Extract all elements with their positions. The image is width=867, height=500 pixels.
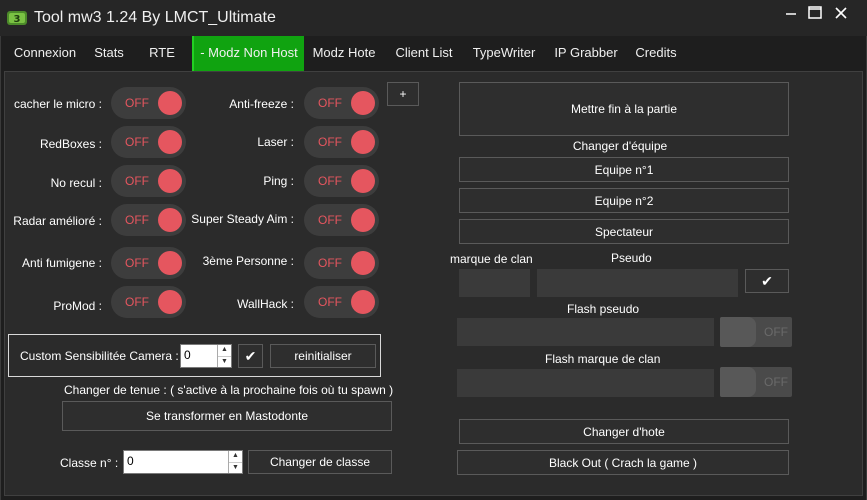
toggle-wallhack[interactable]: OFF: [304, 286, 379, 318]
toggle-label-no-recul: No recul :: [50, 176, 102, 190]
team2-button[interactable]: Equipe n°2: [459, 188, 789, 213]
toggle-state: OFF: [764, 325, 788, 339]
maximize-icon[interactable]: [804, 4, 826, 22]
toggle-anti-freeze[interactable]: OFF: [304, 87, 379, 119]
toggle-anti-fumigene[interactable]: OFF: [111, 247, 186, 279]
toggle-label-radar: Radar amélioré :: [13, 214, 102, 228]
tenue-label: Changer de tenue : ( s'active à la proch…: [64, 383, 394, 397]
team-label: Changer d'équipe: [572, 139, 668, 153]
minimize-icon[interactable]: [780, 4, 802, 22]
toggle-radar[interactable]: OFF: [111, 204, 186, 236]
toggle-knob: [351, 290, 375, 314]
toggle-state: OFF: [125, 174, 149, 188]
team1-button[interactable]: Equipe n°1: [459, 157, 789, 182]
toggle-state: OFF: [318, 295, 342, 309]
stepper-down-icon[interactable]: ▼: [218, 356, 231, 367]
flash-pseudo-label: Flash pseudo: [567, 302, 640, 316]
title-bar: 3 Tool mw3 1.24 By LMCT_Ultimate: [0, 0, 867, 36]
toggle-knob: [158, 169, 182, 193]
toggle-state: OFF: [125, 213, 149, 227]
stepper-down-icon[interactable]: ▼: [229, 462, 242, 473]
toggle-label-cacher-micro: cacher le micro :: [13, 97, 102, 111]
toggle-laser[interactable]: OFF: [304, 126, 379, 158]
toggle-label-anti-fumigene: Anti fumigene :: [21, 256, 102, 270]
toggle-label-wallhack: WallHack :: [237, 297, 294, 311]
black-out-button[interactable]: Black Out ( Crach la game ): [457, 450, 789, 475]
camera-reset-button[interactable]: reinitialiser: [270, 344, 376, 368]
toggle-knob: [158, 251, 182, 275]
toggle-state: OFF: [318, 135, 342, 149]
change-class-button[interactable]: Changer de classe: [248, 450, 392, 474]
toggle-redboxes[interactable]: OFF: [111, 126, 186, 158]
stepper-arrows[interactable]: ▲ ▼: [228, 451, 242, 473]
classe-stepper[interactable]: 0 ▲ ▼: [123, 450, 243, 474]
stepper-value: 0: [184, 348, 191, 362]
spectator-button[interactable]: Spectateur: [459, 219, 789, 244]
toggle-label-super-steady-aim: Super Steady Aim :: [191, 212, 294, 226]
toggle-state: OFF: [125, 295, 149, 309]
stepper-up-icon[interactable]: ▲: [229, 451, 242, 462]
window-title: Tool mw3 1.24 By LMCT_Ultimate: [34, 9, 276, 26]
camera-sensitivity-stepper[interactable]: 0 ▲ ▼: [180, 344, 232, 368]
toggle-knob: [351, 169, 375, 193]
toggle-knob: [158, 208, 182, 232]
clan-input[interactable]: [459, 269, 530, 297]
toggle-no-recul[interactable]: OFF: [111, 165, 186, 197]
toggle-state: OFF: [764, 375, 788, 389]
toggle-state: OFF: [125, 256, 149, 270]
toggle-super-steady-aim[interactable]: OFF: [304, 204, 379, 236]
toggle-state: OFF: [318, 256, 342, 270]
toggle-knob: [351, 208, 375, 232]
toggle-label-promod: ProMod :: [53, 299, 102, 313]
end-game-button[interactable]: Mettre fin à la partie: [459, 82, 789, 136]
svg-text:3: 3: [14, 14, 21, 25]
flash-clan-input[interactable]: [457, 369, 714, 397]
flash-clan-toggle[interactable]: OFF: [720, 367, 792, 397]
change-host-button[interactable]: Changer d'hote: [459, 419, 789, 444]
toggle-promod[interactable]: OFF: [111, 286, 186, 318]
stepper-value: 0: [127, 454, 134, 468]
toggle-knob: [720, 367, 756, 397]
clan-label: marque de clan: [450, 252, 533, 266]
toggle-knob: [351, 130, 375, 154]
toggle-label-ping: Ping :: [263, 174, 294, 188]
stepper-up-icon[interactable]: ▲: [218, 345, 231, 356]
toggle-knob: [351, 251, 375, 275]
toggle-knob: [158, 130, 182, 154]
stepper-arrows[interactable]: ▲ ▼: [217, 345, 231, 367]
pseudo-input[interactable]: [537, 269, 738, 297]
mastodonte-button[interactable]: Se transformer en Mastodonte: [62, 401, 392, 431]
toggle-knob: [158, 91, 182, 115]
toggle-state: OFF: [318, 213, 342, 227]
camera-apply-button[interactable]: ✔: [238, 344, 263, 368]
camera-sensitivity-label: Custom Sensibilitée Camera :: [20, 349, 179, 363]
toggle-knob: [720, 317, 756, 347]
toggle-ping[interactable]: OFF: [304, 165, 379, 197]
flash-pseudo-toggle[interactable]: OFF: [720, 317, 792, 347]
pseudo-label: Pseudo: [611, 251, 652, 265]
close-icon[interactable]: [830, 4, 852, 22]
toggle-label-laser: Laser :: [257, 135, 294, 149]
pseudo-apply-button[interactable]: ✔: [745, 269, 789, 293]
toggle-label-anti-freeze: Anti-freeze :: [229, 97, 294, 111]
toggle-knob: [351, 91, 375, 115]
flash-clan-label: Flash marque de clan: [545, 352, 661, 366]
toggle-3eme-personne[interactable]: OFF: [304, 247, 379, 279]
add-button[interactable]: +: [387, 82, 419, 106]
app-logo-icon: 3: [7, 11, 27, 25]
toggle-state: OFF: [318, 174, 342, 188]
classe-label: Classe n° :: [60, 456, 119, 470]
toggle-label-3eme-personne: 3ème Personne :: [202, 254, 294, 268]
flash-pseudo-input[interactable]: [457, 318, 714, 346]
toggle-knob: [158, 290, 182, 314]
toggle-state: OFF: [318, 96, 342, 110]
toggle-state: OFF: [125, 96, 149, 110]
toggle-label-redboxes: RedBoxes :: [39, 137, 102, 151]
toggle-cacher-micro[interactable]: OFF: [111, 87, 186, 119]
toggle-state: OFF: [125, 135, 149, 149]
